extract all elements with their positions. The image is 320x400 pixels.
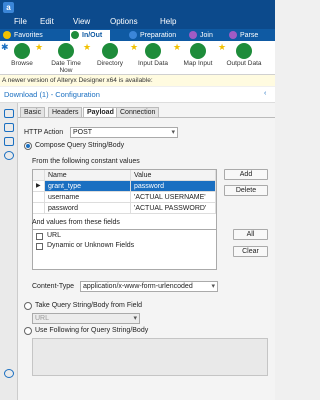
tool-category-tabs: Favorites In/Out Preparation Join Parse bbox=[0, 29, 275, 41]
menu-options[interactable]: Options bbox=[110, 17, 138, 26]
chevron-down-icon: ▾ bbox=[211, 283, 215, 290]
tab-divider bbox=[18, 117, 275, 118]
tool-output-data[interactable]: Output Data bbox=[222, 43, 266, 67]
field-dynamic-label: Dynamic or Unknown Fields bbox=[47, 242, 135, 249]
date-time-icon bbox=[58, 43, 74, 59]
grid-header-name: Name bbox=[45, 170, 131, 181]
title-bar: a bbox=[0, 0, 275, 15]
tab-headers[interactable]: Headers bbox=[48, 107, 83, 117]
grid-cell-name[interactable]: password bbox=[45, 203, 131, 214]
menu-file[interactable]: File bbox=[14, 17, 27, 26]
directory-icon bbox=[102, 43, 118, 59]
grid-cell-value[interactable]: 'ACTUAL USERNAME' bbox=[131, 192, 216, 203]
favorite-star-icon[interactable]: ★ bbox=[35, 42, 43, 53]
map-input-icon bbox=[190, 43, 206, 59]
menu-view[interactable]: View bbox=[73, 17, 90, 26]
grid-cell-name[interactable]: username bbox=[45, 192, 131, 203]
tab-join[interactable]: Join bbox=[188, 30, 218, 41]
parse-icon bbox=[229, 31, 237, 39]
menu-bar: File Edit View Options Help bbox=[0, 15, 275, 29]
add-button[interactable]: Add bbox=[224, 169, 268, 180]
update-notice[interactable]: A newer version of Alteryx Designer x64 … bbox=[0, 75, 275, 86]
star-icon bbox=[3, 31, 11, 39]
grid-cell-value[interactable]: 'ACTUAL PASSWORD' bbox=[131, 203, 216, 214]
http-action-select[interactable]: POST ▾ bbox=[70, 127, 178, 138]
tool-directory[interactable]: Directory bbox=[90, 43, 130, 67]
menu-help[interactable]: Help bbox=[160, 17, 176, 26]
menu-edit[interactable]: Edit bbox=[40, 17, 54, 26]
compose-label: Compose Query String/Body bbox=[35, 142, 125, 149]
in-out-icon bbox=[71, 31, 79, 39]
configuration-panel: Basic Headers Payload Connection HTTP Ac… bbox=[18, 103, 275, 400]
dynamic-fields-checkbox[interactable] bbox=[36, 243, 43, 250]
tab-payload[interactable]: Payload bbox=[83, 107, 118, 117]
browse-icon bbox=[14, 43, 30, 59]
configuration-title: Download (1) - Configuration bbox=[4, 90, 100, 99]
table-row[interactable]: username 'ACTUAL USERNAME' bbox=[33, 192, 216, 203]
fields-list: URL Dynamic or Unknown Fields bbox=[32, 229, 217, 270]
chevron-down-icon: ▾ bbox=[171, 129, 175, 136]
annotation-icon[interactable] bbox=[4, 123, 14, 132]
tab-in-out[interactable]: In/Out bbox=[70, 30, 110, 41]
tab-connection[interactable]: Connection bbox=[116, 107, 160, 117]
configuration-header: Download (1) - Configuration ‹ bbox=[0, 87, 275, 103]
use-following-label: Use Following for Query String/Body bbox=[35, 327, 149, 334]
grid-header-value: Value bbox=[131, 170, 216, 181]
preparation-icon bbox=[129, 31, 137, 39]
tool-map-input[interactable]: Map Input bbox=[178, 43, 218, 67]
take-query-label: Take Query String/Body from Field bbox=[35, 302, 142, 309]
url-checkbox[interactable] bbox=[36, 233, 43, 240]
query-body-textarea[interactable] bbox=[32, 338, 268, 376]
collapse-icon[interactable]: ‹ bbox=[264, 90, 266, 97]
tool-palette: ✱ Browse ★ Date Time Now ★ Directory ★ I… bbox=[0, 41, 275, 75]
tab-parse[interactable]: Parse bbox=[228, 30, 268, 41]
tab-preparation[interactable]: Preparation bbox=[128, 30, 186, 41]
grid-header-row: Name Value bbox=[33, 170, 216, 181]
table-row[interactable]: password 'ACTUAL PASSWORD' bbox=[33, 203, 216, 214]
content-type-select[interactable]: application/x-www-form-urlencoded ▾ bbox=[80, 281, 218, 292]
chevron-down-icon: ▾ bbox=[133, 315, 137, 322]
tool-input-data[interactable]: Input Data bbox=[133, 43, 173, 67]
grid-cell-value[interactable]: password bbox=[131, 181, 216, 192]
constant-values-label: From the following constant values bbox=[32, 158, 140, 165]
clear-button[interactable]: Clear bbox=[233, 246, 268, 257]
grid-cell-name[interactable]: grant_type bbox=[45, 181, 131, 192]
gear-icon[interactable] bbox=[4, 109, 14, 118]
tab-basic[interactable]: Basic bbox=[20, 107, 46, 117]
content-type-label: Content-Type bbox=[32, 283, 75, 290]
delete-button[interactable]: Delete bbox=[224, 185, 268, 196]
compose-radio[interactable] bbox=[24, 142, 32, 150]
all-button[interactable]: All bbox=[233, 229, 268, 240]
fields-label: And values from these fields bbox=[32, 219, 120, 226]
alteryx-logo-icon: a bbox=[3, 2, 14, 13]
arrow-icon[interactable] bbox=[4, 137, 14, 146]
take-query-radio[interactable] bbox=[24, 302, 32, 310]
row-selector-icon: ▶ bbox=[33, 181, 45, 192]
take-query-field-select[interactable]: URL ▾ bbox=[32, 313, 140, 324]
use-following-radio[interactable] bbox=[24, 327, 32, 335]
input-data-icon bbox=[145, 43, 161, 59]
join-icon bbox=[189, 31, 197, 39]
tab-favorites[interactable]: Favorites bbox=[2, 30, 50, 41]
metainfo-icon[interactable] bbox=[4, 151, 14, 160]
help-icon[interactable] bbox=[4, 369, 14, 378]
output-data-icon bbox=[236, 43, 252, 59]
tool-date-time-now[interactable]: Date Time Now bbox=[44, 43, 88, 74]
configuration-side-icons bbox=[0, 103, 18, 400]
field-url-label: URL bbox=[47, 232, 62, 239]
http-action-label: HTTP Action bbox=[24, 129, 64, 136]
table-row[interactable]: ▶ grant_type password bbox=[33, 181, 216, 192]
